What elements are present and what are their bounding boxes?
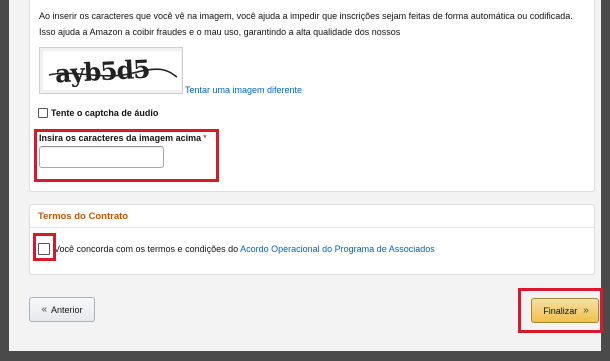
- try-different-image-link[interactable]: Tentar uma imagem diferente: [185, 85, 302, 95]
- terms-section: Termos do Contrato Você concorda com os …: [29, 204, 595, 275]
- highlight-captcha-input: [34, 129, 219, 182]
- window-frame-left: [0, 0, 9, 361]
- captcha-image-text: ayb5d5: [54, 55, 150, 89]
- terms-divider: [30, 227, 594, 228]
- audio-captcha-label: Tente o captcha de áudio: [51, 108, 159, 118]
- terms-agreement-row: Você concorda com os termos e condições …: [38, 243, 435, 255]
- double-chevron-left-icon: «: [41, 304, 46, 315]
- captcha-image: ayb5d5: [39, 47, 183, 94]
- window-frame-bottom: [0, 351, 610, 361]
- operating-agreement-link[interactable]: Acordo Operacional do Programa de Associ…: [240, 244, 435, 254]
- previous-button[interactable]: « Anterior: [29, 297, 95, 322]
- captcha-intro-text: Ao inserir os caracteres que você vê na …: [39, 11, 573, 37]
- terms-agree-prefix: Você concorda com os termos e condições …: [54, 244, 241, 254]
- highlight-terms-checkbox: [33, 233, 56, 261]
- terms-title: Termos do Contrato: [38, 211, 129, 222]
- terms-agree-text: Você concorda com os termos e condições …: [54, 244, 435, 254]
- audio-captcha-option[interactable]: Tente o captcha de áudio: [38, 108, 158, 118]
- captcha-image-graphic: ayb5d5: [43, 51, 181, 90]
- previous-button-label: Anterior: [51, 304, 83, 315]
- highlight-finish-button: [518, 288, 603, 333]
- audio-captcha-checkbox[interactable]: [38, 108, 48, 118]
